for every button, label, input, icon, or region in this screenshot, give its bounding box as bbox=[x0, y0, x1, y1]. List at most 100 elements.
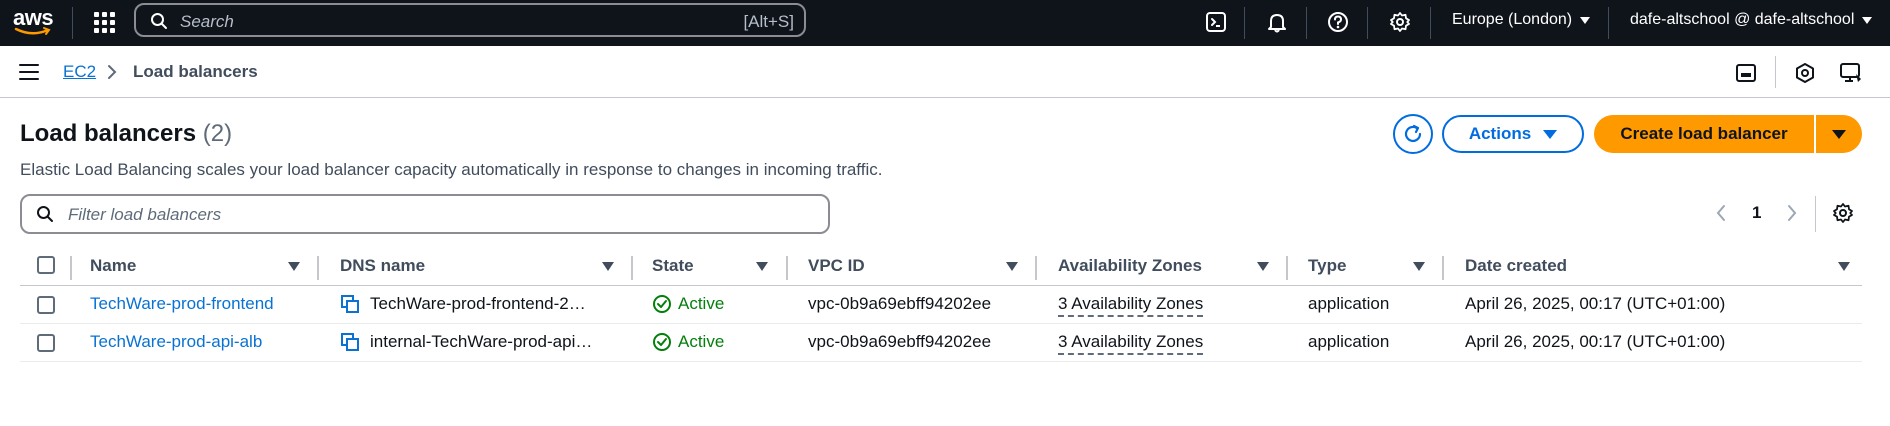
feedback-icon[interactable] bbox=[1838, 60, 1864, 86]
column-divider bbox=[317, 256, 319, 280]
check-circle-icon bbox=[653, 333, 671, 351]
type-cell: application bbox=[1308, 294, 1390, 313]
nav-divider bbox=[1306, 7, 1307, 39]
caret-down-icon bbox=[1862, 16, 1873, 24]
split-panel-icon[interactable] bbox=[1733, 60, 1759, 86]
page-title-text: Load balancers bbox=[20, 120, 197, 147]
column-divider bbox=[786, 256, 788, 280]
availability-zones-popover[interactable]: 3 Availability Zones bbox=[1058, 332, 1204, 355]
breadcrumb-bar: EC2 Load balancers bbox=[0, 46, 1890, 98]
search-icon bbox=[37, 206, 53, 222]
breadcrumb-current: Load balancers bbox=[133, 62, 258, 81]
caret-down-icon bbox=[1832, 129, 1846, 139]
dns-name-text: TechWare-prod-frontend-2… bbox=[370, 294, 586, 313]
status-badge: Active bbox=[652, 294, 724, 314]
search-placeholder: Search bbox=[180, 12, 234, 31]
pagination-page-1[interactable]: 1 bbox=[1752, 203, 1761, 223]
sort-icon[interactable] bbox=[1838, 262, 1850, 271]
create-label: Create load balancer bbox=[1620, 124, 1788, 143]
menu-icon[interactable] bbox=[19, 64, 39, 80]
filter-placeholder: Filter load balancers bbox=[68, 205, 222, 224]
select-all-checkbox[interactable] bbox=[37, 256, 55, 274]
column-header-vpc-id[interactable]: VPC ID bbox=[808, 256, 865, 276]
page-title: Load balancers (2) bbox=[20, 120, 232, 148]
search-shortcut: [Alt+S] bbox=[743, 12, 794, 31]
date-created-cell: April 26, 2025, 00:17 (UTC+01:00) bbox=[1465, 294, 1726, 313]
column-header-state[interactable]: State bbox=[652, 256, 694, 276]
status-text: Active bbox=[678, 332, 725, 351]
column-header-date-created[interactable]: Date created bbox=[1465, 256, 1567, 276]
create-options-dropdown[interactable] bbox=[1816, 115, 1862, 153]
account-menu[interactable]: dafe-altschool @ dafe-altschool bbox=[1630, 11, 1873, 29]
aws-logo[interactable]: aws bbox=[12, 5, 56, 39]
column-divider bbox=[1286, 256, 1288, 280]
pagination-divider bbox=[1815, 196, 1816, 232]
services-grid-icon[interactable] bbox=[92, 10, 116, 34]
chevron-left-icon[interactable] bbox=[1714, 203, 1728, 223]
search-icon bbox=[151, 13, 167, 29]
bell-icon[interactable] bbox=[1264, 9, 1290, 35]
copy-icon[interactable] bbox=[340, 332, 360, 352]
type-cell: application bbox=[1308, 332, 1390, 351]
nav-divider bbox=[1430, 7, 1431, 39]
chevron-right-icon[interactable] bbox=[1785, 203, 1799, 223]
region-selector[interactable]: Europe (London) bbox=[1452, 11, 1591, 29]
caret-down-icon bbox=[1543, 129, 1558, 139]
region-label: Europe (London) bbox=[1452, 11, 1573, 28]
toolbar-divider bbox=[1775, 56, 1776, 88]
column-divider bbox=[1442, 256, 1444, 280]
top-navigation: aws Search [Alt+S] Europe (London) dafe-… bbox=[0, 0, 1890, 46]
account-label: dafe-altschool @ dafe-altschool bbox=[1630, 11, 1855, 28]
load-balancer-name-link[interactable]: TechWare-prod-frontend bbox=[90, 294, 274, 314]
aws-smile-icon bbox=[14, 27, 51, 35]
page-title-count: (2) bbox=[202, 120, 233, 147]
nav-divider bbox=[1244, 7, 1245, 39]
nav-divider bbox=[1608, 7, 1609, 39]
row-checkbox[interactable] bbox=[37, 296, 55, 314]
refresh-icon bbox=[1404, 124, 1422, 143]
dns-name-text: internal-TechWare-prod-api… bbox=[370, 332, 593, 351]
load-balancer-name-link[interactable]: TechWare-prod-api-alb bbox=[90, 332, 262, 352]
row-checkbox[interactable] bbox=[37, 334, 55, 352]
dns-name-cell: TechWare-prod-frontend-2… bbox=[340, 294, 586, 314]
cloudshell-icon[interactable] bbox=[1203, 9, 1229, 35]
sort-icon[interactable] bbox=[288, 262, 300, 271]
vpc-id-cell: vpc-0b9a69ebff94202ee bbox=[808, 332, 992, 351]
sort-icon[interactable] bbox=[1006, 262, 1018, 271]
date-created-cell: April 26, 2025, 00:17 (UTC+01:00) bbox=[1465, 332, 1726, 351]
caret-down-icon bbox=[1580, 16, 1591, 24]
check-circle-icon bbox=[653, 295, 671, 313]
filter-input[interactable]: Filter load balancers bbox=[20, 194, 830, 234]
breadcrumb-ec2-link[interactable]: EC2 bbox=[63, 62, 96, 82]
status-badge: Active bbox=[652, 332, 724, 352]
status-text: Active bbox=[678, 294, 725, 313]
help-icon[interactable] bbox=[1325, 9, 1351, 35]
sort-icon[interactable] bbox=[756, 262, 768, 271]
table-preferences-gear-icon[interactable] bbox=[1832, 202, 1854, 224]
column-header-dns-name[interactable]: DNS name bbox=[340, 256, 425, 276]
column-header-name[interactable]: Name bbox=[90, 256, 136, 276]
nav-divider bbox=[1367, 7, 1368, 39]
dns-name-cell: internal-TechWare-prod-api… bbox=[340, 332, 592, 352]
copy-icon[interactable] bbox=[340, 294, 360, 314]
sort-icon[interactable] bbox=[602, 262, 614, 271]
table-row[interactable]: TechWare-prod-api-alb internal-TechWare-… bbox=[20, 324, 1862, 362]
availability-zones-popover[interactable]: 3 Availability Zones bbox=[1058, 294, 1204, 317]
vpc-id-cell: vpc-0b9a69ebff94202ee bbox=[808, 294, 992, 313]
actions-label: Actions bbox=[1468, 124, 1532, 143]
global-search-input[interactable]: Search [Alt+S] bbox=[134, 3, 806, 37]
table-header: Name DNS name State VPC ID Availability … bbox=[20, 250, 1862, 286]
notifications-icon[interactable] bbox=[1792, 60, 1818, 86]
column-divider bbox=[631, 256, 633, 280]
chevron-right-icon bbox=[108, 65, 117, 79]
refresh-button[interactable] bbox=[1393, 114, 1433, 154]
table-row[interactable]: TechWare-prod-frontend TechWare-prod-fro… bbox=[20, 286, 1862, 324]
sort-icon[interactable] bbox=[1413, 262, 1425, 271]
gear-icon[interactable] bbox=[1387, 9, 1413, 35]
column-header-type[interactable]: Type bbox=[1308, 256, 1346, 276]
create-load-balancer-button[interactable]: Create load balancer bbox=[1594, 115, 1814, 153]
column-header-availability-zones[interactable]: Availability Zones bbox=[1058, 256, 1202, 276]
sort-icon[interactable] bbox=[1257, 262, 1269, 271]
actions-button[interactable]: Actions bbox=[1442, 115, 1584, 153]
page-description: Elastic Load Balancing scales your load … bbox=[20, 160, 883, 179]
